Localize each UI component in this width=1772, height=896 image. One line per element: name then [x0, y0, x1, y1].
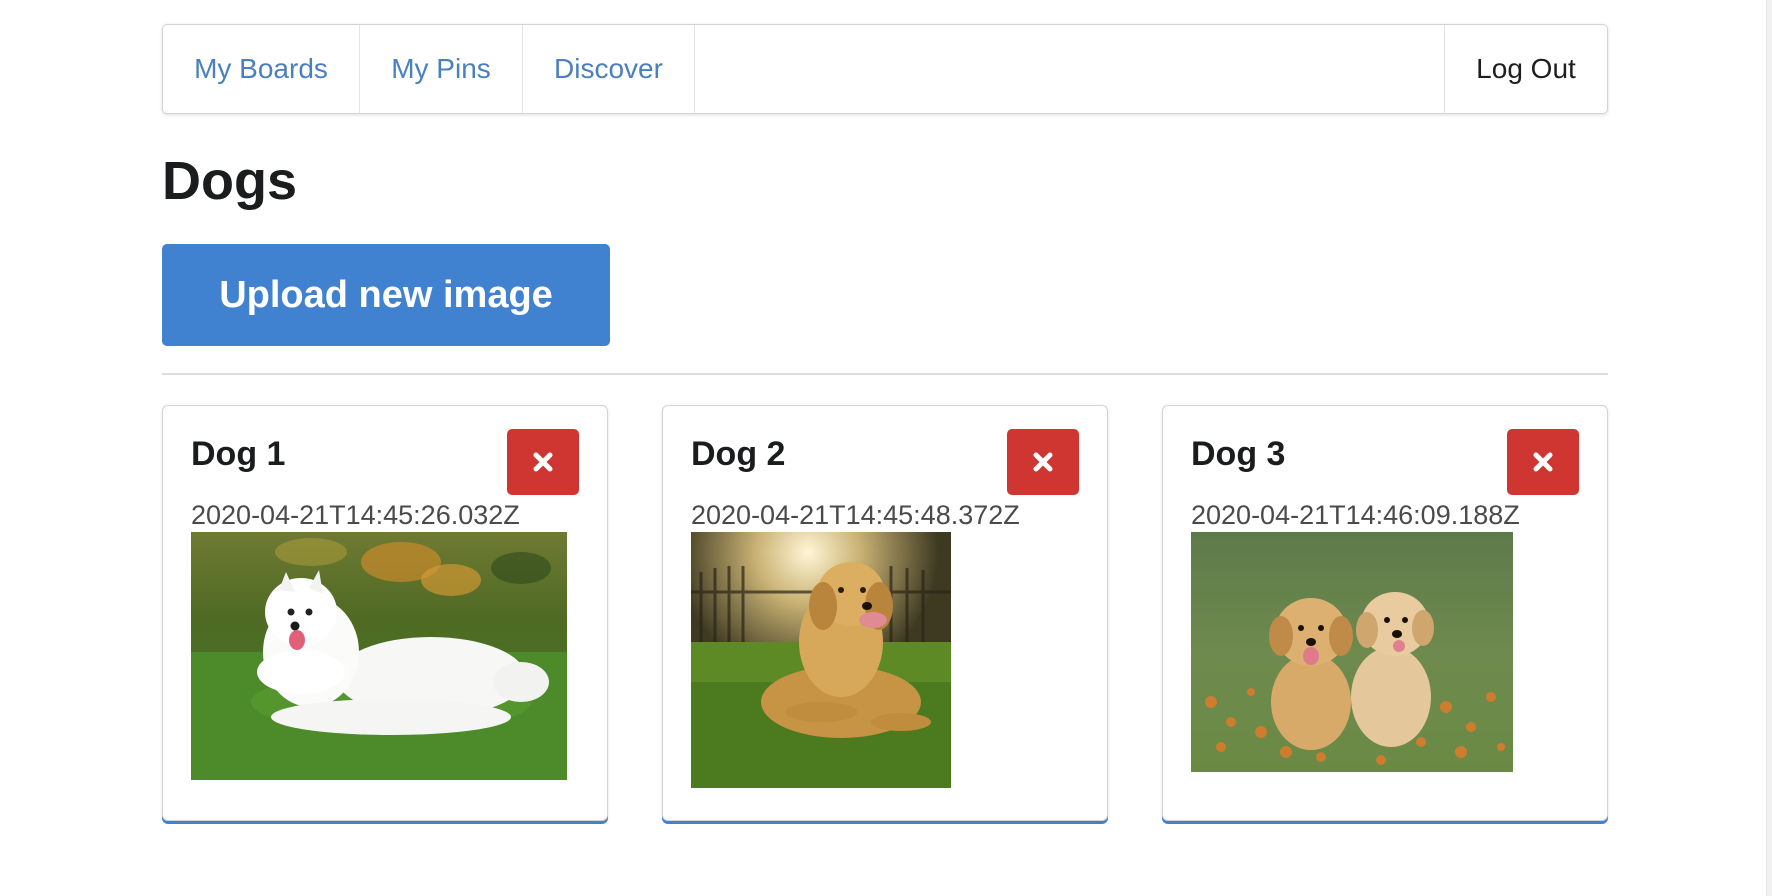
pin-date: 2020-04-21T14:46:09.188Z — [1191, 500, 1520, 530]
delete-pin-button[interactable] — [1507, 429, 1579, 495]
upload-image-button[interactable]: Upload new image — [162, 244, 610, 346]
pin-date: 2020-04-21T14:45:48.372Z — [691, 500, 1020, 530]
page: My Boards My Pins Discover Log Out Dogs … — [0, 0, 1772, 896]
pin-image[interactable] — [191, 532, 567, 780]
pin-card: Dog 1 2020-04-21T14:45:26.032Z — [162, 405, 608, 821]
pin-title: Dog 2 — [691, 435, 786, 473]
pin-image[interactable] — [1191, 532, 1513, 772]
scrollbar[interactable] — [1766, 0, 1772, 896]
delete-pin-button[interactable] — [1007, 429, 1079, 495]
nav-my-boards[interactable]: My Boards — [163, 25, 360, 113]
pin-date: 2020-04-21T14:45:26.032Z — [191, 500, 520, 530]
logout-link[interactable]: Log Out — [1444, 25, 1607, 113]
close-icon — [1533, 452, 1553, 472]
board-title: Dogs — [162, 151, 297, 211]
top-menu: My Boards My Pins Discover Log Out — [162, 24, 1608, 114]
nav-my-pins[interactable]: My Pins — [360, 25, 523, 113]
close-icon — [533, 452, 553, 472]
divider — [162, 373, 1608, 375]
pin-card: Dog 3 2020-04-21T14:46:09.188Z — [1162, 405, 1608, 821]
pin-title: Dog 3 — [1191, 435, 1286, 473]
nav-discover[interactable]: Discover — [523, 25, 695, 113]
delete-pin-button[interactable] — [507, 429, 579, 495]
pin-title: Dog 1 — [191, 435, 286, 473]
pin-card: Dog 2 2020-04-21T14:45:48.372Z — [662, 405, 1108, 821]
close-icon — [1033, 452, 1053, 472]
pin-image[interactable] — [691, 532, 951, 788]
menu-spacer — [695, 25, 1444, 113]
